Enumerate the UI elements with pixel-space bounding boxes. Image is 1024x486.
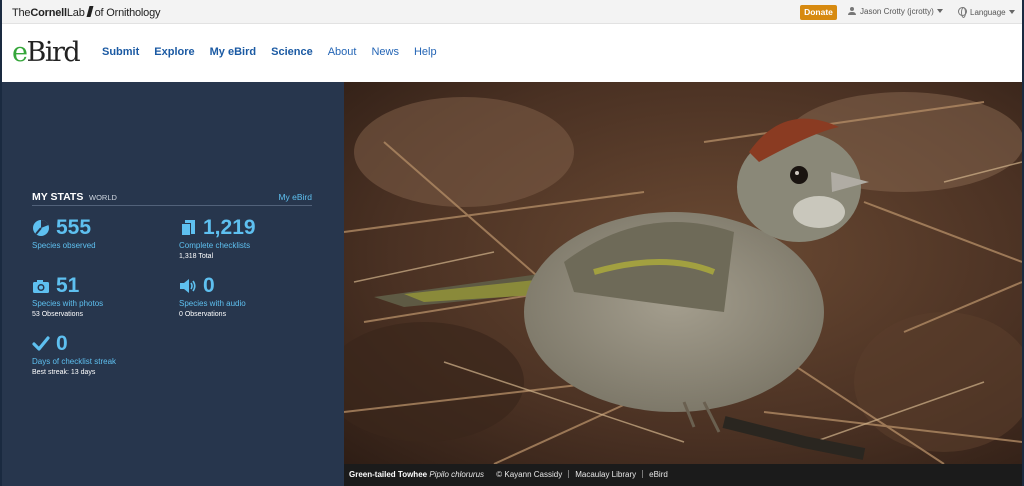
nav-science[interactable]: Science: [271, 46, 313, 58]
speaker-icon: [180, 279, 196, 293]
globe-icon: [958, 7, 967, 18]
stats-scope: WORLD: [89, 193, 117, 202]
photo-source[interactable]: Macaulay Library: [575, 470, 636, 479]
stat-label: Species with photos: [32, 299, 104, 308]
bird-photo-image: [344, 82, 1022, 464]
cornell-name: Cornell: [30, 7, 67, 19]
stat-label: Species with audio: [179, 299, 246, 308]
stat-species-with-audio[interactable]: 0 Species with audio 0 Observations: [179, 274, 246, 318]
stat-value: 1,219: [203, 216, 256, 239]
stat-value: 0: [203, 274, 215, 297]
photo-brand: eBird: [649, 470, 668, 479]
stats-title: MY STATS: [32, 191, 84, 203]
camera-icon: [33, 280, 49, 293]
nav-about[interactable]: About: [328, 46, 357, 58]
check-icon: [32, 336, 50, 351]
stat-checklist-streak[interactable]: 0 Days of checklist streak Best streak: …: [32, 332, 116, 376]
cornell-bird-mark-icon: [86, 6, 94, 17]
stat-detail: 1,318 Total: [179, 253, 214, 260]
language-label: Language: [970, 8, 1006, 17]
stat-value: 555: [56, 216, 92, 239]
stats-header: MY STATS WORLD My eBird: [32, 191, 312, 206]
top-utility-bar: TheCornellLab of Ornithology Donate Jason…: [2, 0, 1022, 24]
featured-bird-photo[interactable]: [344, 82, 1022, 464]
ebird-logo[interactable]: eBird: [12, 37, 81, 68]
species-icon: [33, 219, 49, 236]
cornell-lab-logo[interactable]: TheCornellLab of Ornithology: [12, 6, 161, 19]
my-ebird-link[interactable]: My eBird: [278, 192, 312, 202]
photo-common-name[interactable]: Green-tailed Towhee: [349, 470, 427, 479]
caption-divider: [568, 470, 570, 478]
stat-value: 51: [56, 274, 80, 297]
user-name: Jason Crotty (jcrotty): [860, 7, 934, 16]
stat-complete-checklists[interactable]: 1,219 Complete checklists 1,318 Total: [179, 216, 256, 260]
nav-help[interactable]: Help: [414, 46, 437, 58]
language-menu[interactable]: Language: [958, 7, 1015, 18]
photo-caption: Green-tailed Towhee Pipilo chlorurus © K…: [344, 464, 1022, 486]
stat-label: Species observed: [32, 241, 96, 250]
main-nav: eBird Submit Explore My eBird Science Ab…: [2, 24, 1022, 82]
stat-detail: 0 Observations: [179, 311, 227, 318]
stat-species-observed[interactable]: 555 Species observed: [32, 216, 96, 250]
nav-news[interactable]: News: [371, 46, 399, 58]
donate-button[interactable]: Donate: [800, 5, 837, 20]
stat-label: Complete checklists: [179, 241, 251, 250]
nav-explore[interactable]: Explore: [154, 46, 194, 58]
photo-scientific-name: Pipilo chlorurus: [429, 470, 485, 479]
nav-submit[interactable]: Submit: [102, 46, 139, 58]
stat-species-with-photos[interactable]: 51 Species with photos 53 Observations: [32, 274, 103, 318]
my-stats-panel: MY STATS WORLD My eBird 555 Species obse…: [2, 82, 344, 486]
cornell-lab: Lab: [66, 7, 85, 19]
chevron-down-icon: [936, 9, 943, 13]
user-menu[interactable]: Jason Crotty (jcrotty): [848, 7, 943, 16]
stat-value: 0: [56, 332, 68, 355]
logo-e: e: [12, 37, 28, 68]
nav-my-ebird[interactable]: My eBird: [210, 46, 256, 58]
cornell-the: The: [12, 7, 31, 19]
caption-divider: [642, 470, 644, 478]
nav-links: Submit Explore My eBird Science About Ne…: [102, 46, 452, 58]
stat-label: Days of checklist streak: [32, 357, 117, 366]
user-icon: [848, 7, 856, 15]
photo-credit: © Kayann Cassidy: [496, 470, 563, 479]
stat-detail: Best streak: 13 days: [32, 369, 96, 376]
stat-detail: 53 Observations: [32, 311, 83, 318]
checklist-icon: [181, 220, 195, 236]
chevron-down-icon: [1008, 10, 1015, 14]
logo-bird: Bird: [26, 37, 80, 68]
page: TheCornellLab of Ornithology Donate Jason…: [0, 0, 1024, 486]
cornell-of-ornithology: of Ornithology: [94, 7, 161, 19]
